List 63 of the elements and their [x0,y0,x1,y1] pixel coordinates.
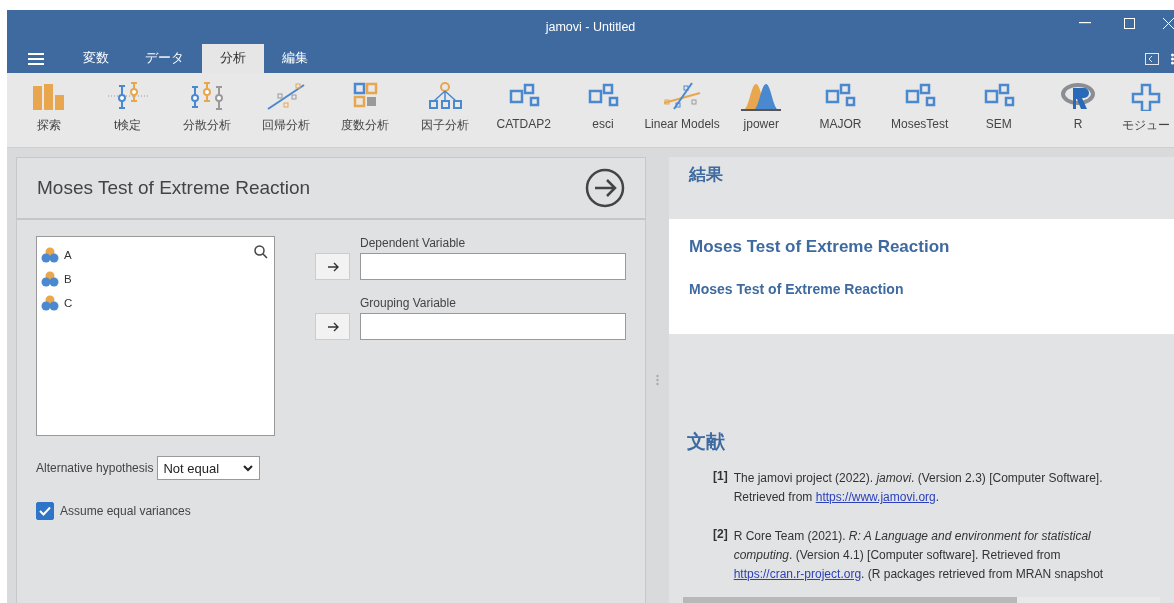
arrow-right-icon [326,261,339,272]
alternative-label: Alternative hypothesis [36,461,154,475]
nominal-variable-icon [41,247,59,263]
menu-tab[interactable]: 変数 [65,44,127,73]
menu-icon [28,52,44,65]
target-label: Dependent Variable [360,236,467,250]
nominal-variable-icon [41,271,59,287]
checkbox[interactable] [36,502,54,520]
menu-tab[interactable]: 分析 [202,44,264,73]
toolbar-button[interactable]: 度数分析 [325,73,405,147]
checkbox-label: Assume equal variances [60,504,191,518]
panel-toggle-icon[interactable] [1145,52,1159,65]
maximize-icon [1124,17,1135,29]
reference-text: The jamovi project (2022). jamovi. (Version 2.3) [Computer Software]. Retrieved from https://www.jamovi.org. [733,470,1104,506]
nominal-variable-icon [41,295,59,311]
scatter-line-icon [662,81,703,111]
toolbar-button[interactable]: 因子分析 [404,73,485,147]
toolbar-button[interactable]: MAJOR [800,73,881,147]
reference-link[interactable]: https://www.jamovi.org [815,490,936,504]
distribution-curves-icon [741,81,782,111]
toolbar-button[interactable]: R [1038,73,1118,147]
toolbar-button[interactable]: MosesTest [880,73,960,147]
results-title: Moses Test of Extreme Reaction [689,237,951,257]
minimize-icon [1078,22,1091,24]
reference-number: [2] [713,527,728,543]
toolbar-button[interactable]: CATDAP2 [484,73,564,147]
search-icon[interactable] [254,245,268,259]
close-icon [1162,17,1174,29]
window-title: jamovi - Untitled [545,20,636,34]
splitter-handle-icon[interactable] [656,374,659,386]
toolbar-button[interactable]: jpower [721,73,801,147]
variable-item[interactable]: A [64,249,72,261]
target-field[interactable] [360,253,626,280]
toolbar-button[interactable]: 回帰分析 [246,73,326,147]
reference-text: R Core Team (2021). R: A Language and environment for statistical computing. (Version 4.1) [Computer software]. Retrieved from https://cran.r-project.org. (R packages retrieved from MRAN snapshot [733,528,1105,583]
results-subtitle: Moses Test of Extreme Reaction [689,281,905,297]
menu-tab[interactable]: 編集 [264,44,326,73]
error-bars-icon [107,81,148,111]
chevron-down-icon [243,464,254,472]
move-button[interactable] [315,313,350,340]
arrow-right-icon [326,321,339,332]
toolbar-button[interactable]: SEM [959,73,1039,147]
toolbar-button[interactable]: t検定 [88,73,168,147]
references-heading: 文献 [687,430,726,454]
variable-item[interactable]: B [64,273,72,285]
results-heading: 結果 [689,164,724,186]
scatter-line-icon [266,81,307,111]
toolbar-button[interactable]: 探索 [9,73,89,147]
horizontal-scrollbar[interactable] [683,597,1160,603]
menu-tab[interactable]: データ [127,44,202,73]
analysis-title: Moses Test of Extreme Reaction [37,177,311,199]
variable-item[interactable]: C [64,297,73,309]
toolbar-button[interactable]: esci [563,73,643,147]
target-field[interactable] [360,313,626,340]
toolbar-button[interactable]: 分散分析 [167,73,247,147]
arrow-circle-icon[interactable] [585,168,625,208]
target-label: Grouping Variable [360,296,457,310]
move-button[interactable] [315,253,350,280]
more-options-icon[interactable] [1171,52,1174,65]
alternative-select[interactable]: Not equal [157,456,261,480]
toolbar-button[interactable]: モジュー [1117,73,1174,147]
reference-number: [1] [713,469,728,485]
toolbar-button[interactable]: Linear Models [642,73,722,147]
